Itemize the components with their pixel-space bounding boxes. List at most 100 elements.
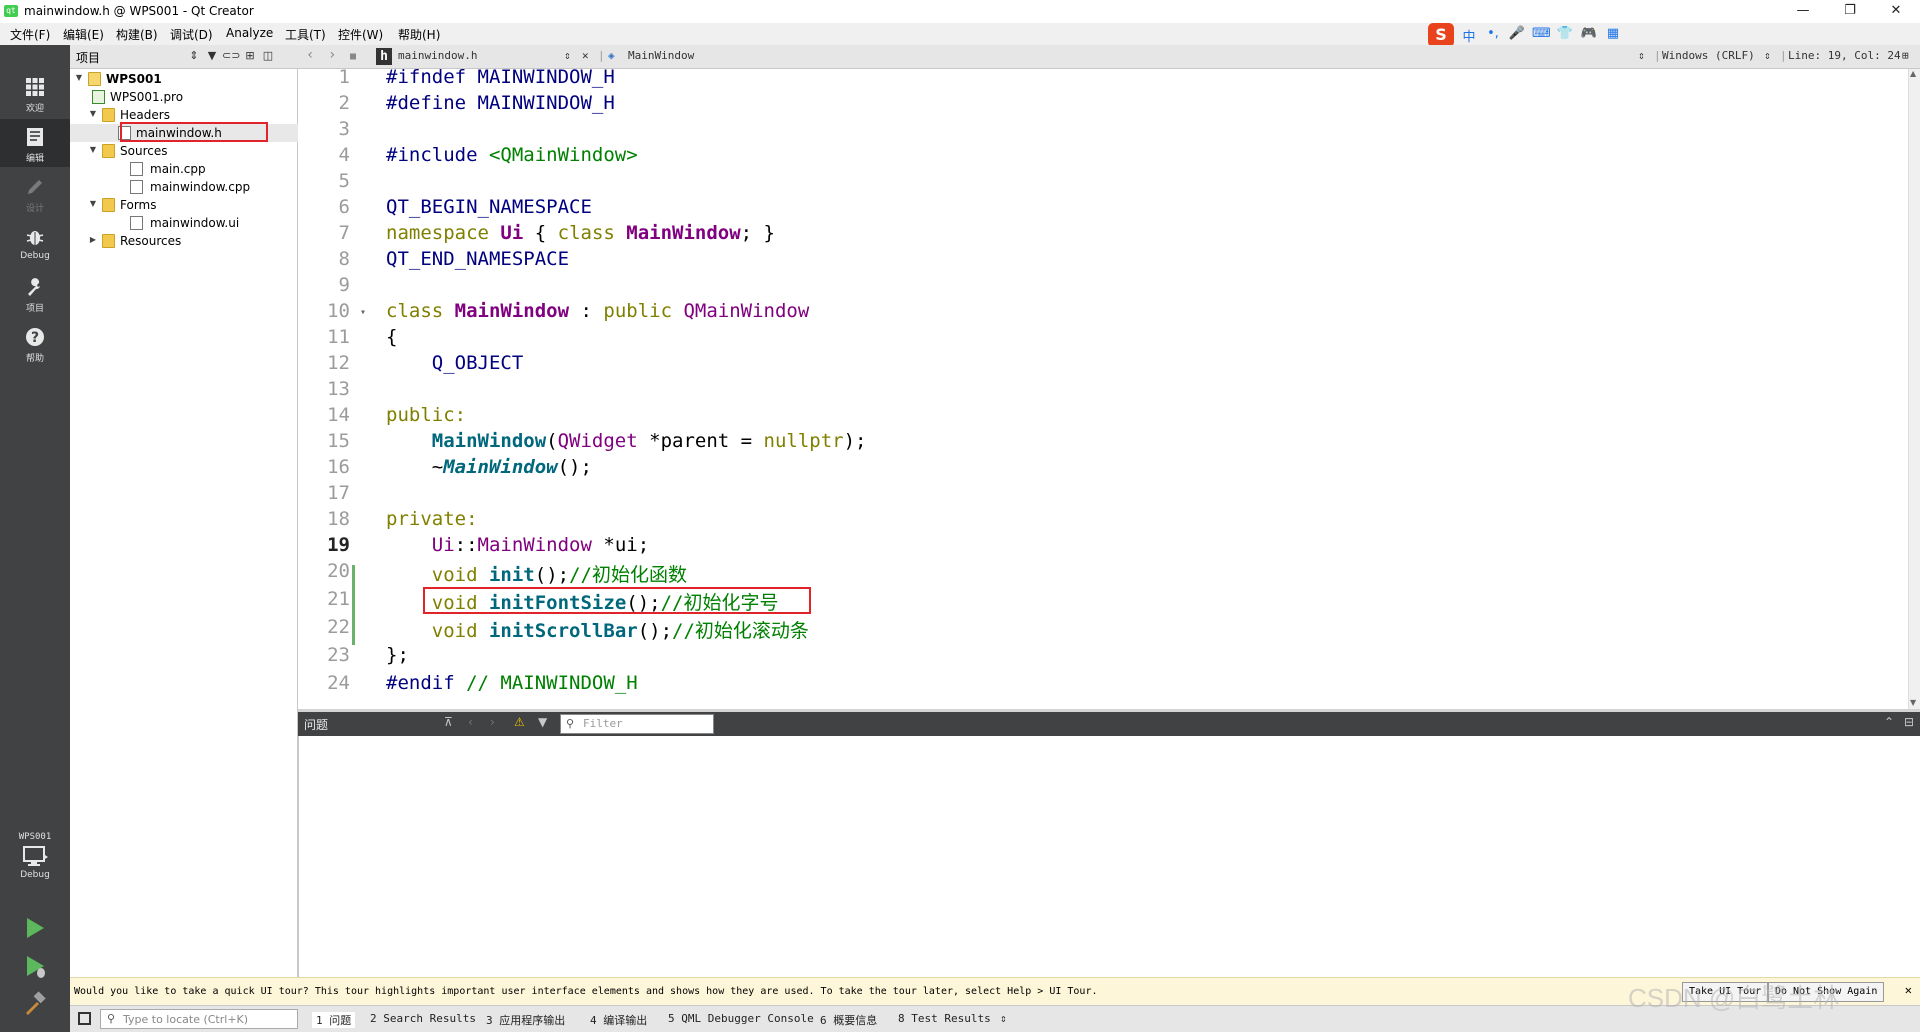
- menu-tools[interactable]: 工具(T): [285, 26, 326, 43]
- code-line: public:: [386, 404, 467, 426]
- issues-filter-input[interactable]: ⚲ Filter: [560, 714, 714, 734]
- line-ending-arrows-icon[interactable]: ⇕: [1764, 49, 1771, 62]
- symbol-selector[interactable]: MainWindow: [628, 49, 694, 62]
- output-tab-compile-output[interactable]: 4 编译输出: [590, 1012, 647, 1028]
- ime-game-icon[interactable]: 🎮: [1580, 26, 1598, 41]
- code-line: #endif // MAINWINDOW_H: [386, 672, 638, 694]
- mode-design[interactable]: 设计: [0, 169, 70, 217]
- cursor-position[interactable]: Line: 19, Col: 24: [1788, 49, 1901, 62]
- clean-icon[interactable]: ⊼: [444, 715, 453, 729]
- locator-placeholder: Type to locate (Ctrl+K): [123, 1013, 249, 1026]
- filter-icon[interactable]: ▼: [538, 715, 547, 729]
- split-editor-icon[interactable]: ⊞: [1902, 49, 1909, 62]
- tree-item-mainwindow-h[interactable]: mainwindow.h: [70, 122, 298, 142]
- editor-vertical-scrollbar[interactable]: ▲ ▼: [1908, 69, 1920, 709]
- back-arrow-icon[interactable]: ‹: [306, 47, 314, 63]
- menu-file[interactable]: 文件(F): [10, 26, 50, 43]
- mode-edit-label: 编辑: [25, 154, 44, 164]
- maximize-pane-icon[interactable]: ⌃: [1884, 715, 1894, 729]
- kit-selector[interactable]: WPS001 Debug: [0, 832, 70, 880]
- ime-toolbox-icon[interactable]: ▦: [1604, 26, 1622, 41]
- output-tab-test-results[interactable]: 8 Test Results: [898, 1012, 991, 1025]
- close-sidebar-icon[interactable]: ◫: [260, 48, 276, 64]
- menu-bar: 文件(F) 编辑(E) 构建(B) 调试(D) Analyze 工具(T) 控件…: [0, 23, 1920, 45]
- menu-edit[interactable]: 编辑(E): [63, 26, 104, 43]
- collapse-arrow-icon[interactable]: ▶: [88, 235, 98, 244]
- ime-punctuation-icon[interactable]: •,: [1484, 26, 1502, 41]
- prev-issue-icon[interactable]: ‹: [468, 715, 473, 729]
- tree-item-mainwindow-cpp[interactable]: mainwindow.cpp: [70, 178, 298, 196]
- filter-icon[interactable]: ▼: [204, 48, 220, 64]
- next-issue-icon[interactable]: ›: [490, 715, 495, 729]
- run-button[interactable]: [22, 915, 48, 941]
- expand-arrow-icon[interactable]: ▼: [88, 109, 98, 118]
- menu-controls[interactable]: 控件(W): [338, 26, 383, 43]
- symbol-dropdown-arrows-icon[interactable]: ⇕: [1638, 49, 1645, 62]
- output-tab-application-output[interactable]: 3 应用程序输出: [486, 1012, 565, 1028]
- separator: |: [1780, 49, 1787, 62]
- ime-skin-icon[interactable]: 👕: [1556, 26, 1574, 41]
- output-tab-general-messages[interactable]: 6 概要信息: [820, 1012, 877, 1028]
- mode-welcome[interactable]: 欢迎: [0, 69, 70, 117]
- line-number-gutter: 1 2 3 4 5 6 7 8 9 10 ▾ 11 12 13 14 15 16…: [298, 66, 370, 709]
- close-document-icon[interactable]: ✕: [582, 49, 589, 62]
- line-ending-selector[interactable]: Windows (CRLF): [1662, 49, 1755, 62]
- tree-label: Sources: [120, 144, 168, 158]
- tree-item-resources[interactable]: ▶ Resources: [70, 232, 298, 250]
- output-tab-qml-debugger-console[interactable]: 5 QML Debugger Console: [668, 1012, 814, 1025]
- debug-run-button[interactable]: [22, 953, 48, 979]
- close-pane-icon[interactable]: ⊟: [1904, 715, 1914, 729]
- ime-keyboard-icon[interactable]: ⌨: [1532, 26, 1551, 41]
- close-button[interactable]: ✕: [1873, 0, 1919, 23]
- expand-arrow-icon[interactable]: ▼: [88, 199, 98, 208]
- open-document-selector[interactable]: mainwindow.h: [398, 49, 477, 62]
- bug-icon: [24, 227, 46, 249]
- locator-input[interactable]: ⚲ Type to locate (Ctrl+K): [100, 1009, 298, 1029]
- pro-file-icon: [92, 90, 105, 104]
- code-line: };: [386, 644, 409, 666]
- scroll-down-icon[interactable]: ▼: [1910, 698, 1916, 707]
- forward-arrow-icon[interactable]: ›: [328, 47, 336, 63]
- kit-config-label: Debug: [20, 870, 50, 880]
- tree-item-sources[interactable]: ▼ Sources: [70, 142, 298, 160]
- ime-voice-icon[interactable]: 🎤: [1508, 26, 1526, 41]
- menu-build[interactable]: 构建(B): [116, 26, 158, 43]
- mode-debug[interactable]: Debug: [0, 219, 70, 267]
- ime-chinese-mode-icon[interactable]: 中: [1460, 26, 1478, 45]
- scroll-up-icon[interactable]: ▲: [1910, 69, 1916, 78]
- line-number: 17: [327, 482, 350, 504]
- more-tabs-arrows-icon[interactable]: ⇕: [1000, 1012, 1007, 1025]
- mode-help[interactable]: ? 帮助: [0, 319, 70, 367]
- monitor-icon: [22, 846, 48, 868]
- mode-projects[interactable]: 项目: [0, 269, 70, 317]
- menu-help[interactable]: 帮助(H): [398, 26, 440, 43]
- minimize-button[interactable]: —: [1780, 0, 1826, 23]
- mode-edit[interactable]: 编辑: [0, 119, 70, 167]
- fold-marker-icon[interactable]: ▾: [360, 307, 366, 318]
- sogou-logo-icon[interactable]: S: [1428, 23, 1454, 47]
- tree-item-mainwindow-ui[interactable]: mainwindow.ui: [70, 214, 298, 232]
- tree-item-pro[interactable]: WPS001.pro: [70, 88, 298, 106]
- tree-item-forms[interactable]: ▼ Forms: [70, 196, 298, 214]
- warning-icon[interactable]: ⚠: [514, 715, 525, 729]
- expand-arrow-icon[interactable]: ▼: [74, 73, 84, 82]
- output-tab-search-results[interactable]: 2 Search Results: [370, 1012, 476, 1025]
- link-icon[interactable]: ⊂⊃: [222, 48, 240, 64]
- infobar-close-icon[interactable]: ✕: [1905, 983, 1912, 997]
- build-button[interactable]: [22, 991, 48, 1017]
- menu-debug[interactable]: 调试(D): [170, 26, 213, 43]
- view-selector-arrows-icon[interactable]: ⇕: [186, 48, 202, 64]
- tree-item-main-cpp[interactable]: main.cpp: [70, 160, 298, 178]
- tree-item-wps001[interactable]: ▼ WPS001: [70, 70, 298, 88]
- document-dropdown-arrows-icon[interactable]: ⇕: [564, 49, 571, 62]
- project-icon: [88, 72, 101, 86]
- toggle-sidebar-icon[interactable]: [78, 1012, 91, 1025]
- line-number: 6: [338, 196, 350, 218]
- menu-analyze[interactable]: Analyze: [226, 26, 273, 40]
- output-tab-issues[interactable]: 1 问题: [312, 1012, 356, 1028]
- split-icon[interactable]: ⊞: [242, 48, 258, 64]
- maximize-button[interactable]: ❐: [1827, 0, 1873, 23]
- tree-label: Forms: [120, 198, 157, 212]
- code-editor[interactable]: 1 2 3 4 5 6 7 8 9 10 ▾ 11 12 13 14 15 16…: [298, 66, 1908, 709]
- expand-arrow-icon[interactable]: ▼: [88, 145, 98, 154]
